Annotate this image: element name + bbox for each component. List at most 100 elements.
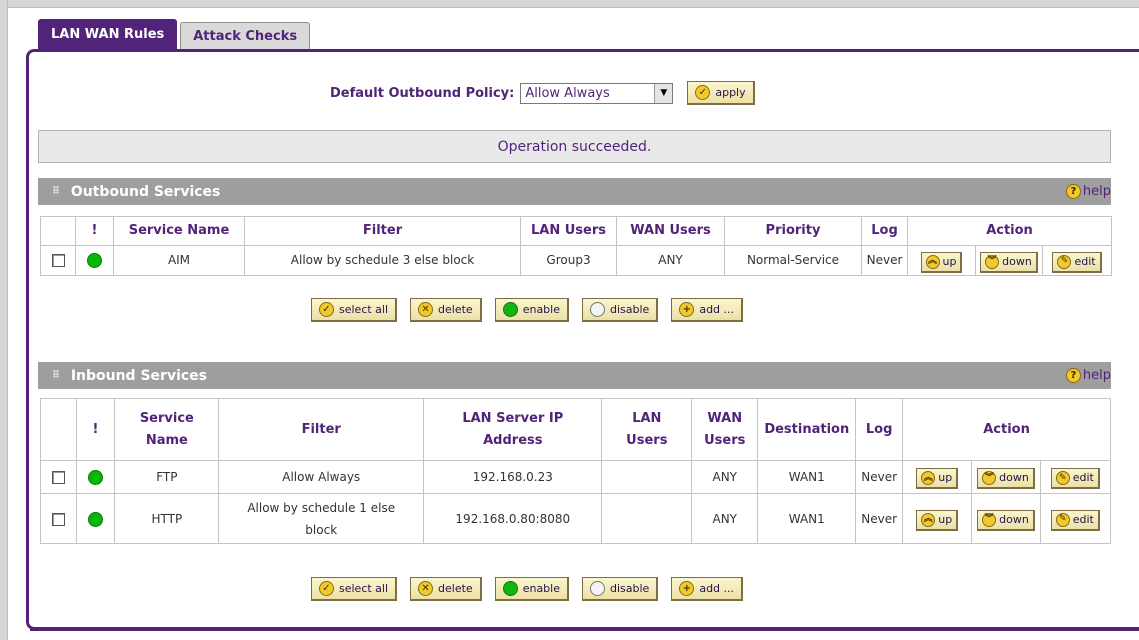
row-checkbox[interactable] (51, 254, 65, 268)
select-all-button[interactable]: ✓ select all (311, 577, 398, 601)
plus-icon: + (679, 302, 695, 317)
tab-bar: LAN WAN Rules Attack Checks (38, 19, 313, 49)
enable-button[interactable]: enable (494, 577, 569, 601)
lan-users-column-header: LAN Users (601, 398, 693, 461)
down-button[interactable]: ︾ down (977, 509, 1035, 531)
edit-button[interactable]: ✎ edit (1050, 468, 1100, 490)
delete-button[interactable]: ✕ delete (410, 298, 482, 322)
outbound-services-header: ⠿ Outbound Services ? help (38, 178, 1111, 205)
chevron-down-icon: ︾ (982, 471, 997, 486)
grip-icon: ⠿ (52, 370, 61, 381)
header-line-2: Address (483, 432, 543, 448)
white-dot-icon (590, 581, 605, 596)
lan-users-cell: Group3 (520, 245, 617, 276)
outbound-services-table: ! Service Name Filter LAN Users WAN User… (40, 216, 1112, 276)
up-button-label: up (938, 471, 953, 485)
status-cell (75, 493, 116, 544)
delete-label: delete (438, 303, 473, 316)
delete-x-icon: ✕ (418, 302, 434, 317)
delete-button[interactable]: ✕ delete (410, 577, 482, 601)
down-button-label: down (1002, 254, 1032, 268)
up-action-cell: ︽ up (902, 493, 973, 544)
edit-button-label: edit (1072, 471, 1094, 485)
apply-button[interactable]: ✓ apply (687, 81, 755, 105)
add-button[interactable]: + add ... (671, 577, 744, 601)
priority-cell: Normal-Service (724, 245, 862, 276)
lan-users-column-header: LAN Users (520, 216, 617, 246)
select-all-button[interactable]: ✓ select all (311, 298, 398, 322)
outbound-help-link[interactable]: ? help (1065, 184, 1111, 199)
log-column-header: Log (855, 398, 904, 461)
service-name-cell: HTTP (114, 493, 220, 544)
help-icon: ? (1065, 184, 1081, 199)
white-dot-icon (590, 302, 605, 317)
chevron-up-icon: ︽ (921, 471, 936, 486)
select-all-label: select all (339, 303, 389, 316)
disable-button[interactable]: disable (582, 298, 659, 322)
edit-button[interactable]: ✎ edit (1050, 509, 1100, 531)
dropdown-arrow-icon[interactable]: ▼ (654, 83, 673, 103)
down-action-cell: ︾ down (971, 460, 1041, 494)
default-outbound-policy-select[interactable]: Allow Always ▼ (520, 82, 674, 104)
select-column-header (40, 216, 76, 246)
service-name-column-header: Service Name (114, 398, 220, 461)
enable-label: enable (522, 582, 560, 595)
add-button[interactable]: + add ... (671, 298, 744, 322)
header-line-1: LAN Server IP (462, 410, 564, 426)
status-cell (75, 245, 114, 276)
lan-server-ip-cell: 192.168.0.23 (423, 460, 603, 494)
inbound-services-title: Inbound Services (70, 367, 207, 384)
delete-label: delete (438, 582, 473, 595)
down-button[interactable]: ︾ down (977, 468, 1035, 490)
lan-server-ip-column-header: LAN Server IP Address (423, 398, 603, 461)
apply-button-label: apply (715, 86, 746, 99)
tab-attack-checks[interactable]: Attack Checks (180, 22, 311, 49)
priority-column-header: Priority (724, 216, 862, 246)
table-row: AIM Allow by schedule 3 else block Group… (40, 245, 1112, 276)
down-action-cell: ︾ down (975, 245, 1043, 276)
edit-button[interactable]: ✎ edit (1052, 251, 1102, 273)
disable-button[interactable]: disable (582, 577, 659, 601)
pencil-icon: ✎ (1055, 471, 1070, 486)
header-line-2: Users (704, 432, 746, 448)
green-dot-icon (502, 302, 518, 317)
up-button[interactable]: ︽ up (916, 509, 959, 531)
inbound-services-table: ! Service Name Filter LAN Server IP Addres… (40, 398, 1112, 544)
up-button[interactable]: ︽ up (916, 468, 959, 490)
up-button-label: up (942, 254, 957, 268)
action-column-header: Action (907, 216, 1112, 246)
action-column-header: Action (902, 398, 1111, 461)
table-row: HTTP Allow by schedule 1 else block 192.1… (40, 493, 1112, 544)
inbound-header-row: ! Service Name Filter LAN Server IP Addres… (40, 398, 1111, 461)
delete-x-icon: ✕ (418, 581, 434, 596)
up-button[interactable]: ︽ up (920, 251, 963, 273)
select-column-header (40, 398, 77, 461)
filter-line-1: Allow by schedule 1 else (247, 500, 396, 515)
enable-button[interactable]: enable (494, 298, 569, 322)
down-button[interactable]: ︾ down (980, 251, 1038, 273)
chevron-down-icon: ︾ (982, 512, 997, 527)
inbound-help-link[interactable]: ? help (1065, 368, 1111, 383)
row-checkbox[interactable] (51, 471, 65, 484)
log-cell: Never (855, 493, 904, 544)
down-action-cell: ︾ down (971, 493, 1041, 544)
tab-lan-wan-rules[interactable]: LAN WAN Rules (38, 19, 178, 49)
header-line-2: Users (626, 432, 668, 448)
checkmark-icon: ✓ (319, 302, 334, 317)
lan-server-ip-cell: 192.168.0.80:8080 (423, 493, 603, 544)
log-cell: Never (855, 460, 904, 494)
window-frame-left (0, 0, 8, 640)
select-all-label: select all (339, 582, 389, 595)
enabled-status-icon (88, 511, 104, 527)
outbound-bulk-actions: ✓ select all ✕ delete enable disable + add … (311, 298, 744, 324)
header-line-2: Name (145, 432, 188, 448)
grip-icon: ⠿ (52, 186, 61, 197)
log-column-header: Log (861, 216, 908, 246)
status-cell (75, 460, 116, 494)
row-checkbox[interactable] (51, 512, 65, 526)
header-line-1: Service (139, 410, 194, 426)
status-message: Operation succeeded. (38, 130, 1111, 163)
wan-users-cell: ANY (691, 460, 759, 494)
destination-cell: WAN1 (757, 493, 857, 544)
status-column-header: ! (75, 216, 114, 246)
